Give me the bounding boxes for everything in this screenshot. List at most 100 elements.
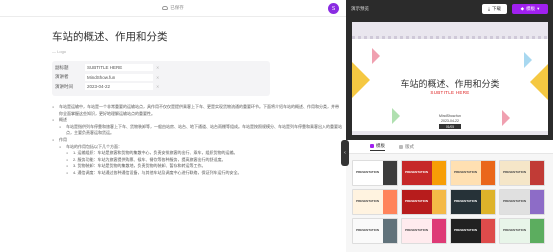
bullet-icon: ● bbox=[66, 170, 69, 175]
thumbnail-title: PRESENTATION bbox=[503, 170, 527, 174]
template-thumbnail[interactable]: PRESENTATION bbox=[499, 189, 545, 215]
template-thumbnail[interactable]: PRESENTATION bbox=[499, 218, 545, 244]
thumbnail-title: PRESENTATION bbox=[356, 170, 380, 174]
preview-panel: 演示预览 ⤓ 下载 ◆ 模板 ▾ 车站的概述、作用和分类 SUBTITLE HE… bbox=[346, 0, 553, 252]
tab-template[interactable]: 模板 bbox=[370, 143, 385, 151]
outline-item[interactable]: ● 3. 货物装卸：车站是货物的集散地，负责货物的装卸、暂存和转运等工作。 bbox=[52, 163, 342, 170]
bullet-icon: ● bbox=[52, 118, 55, 123]
meta-key: 副标题 bbox=[55, 64, 69, 70]
logo-label: Logo bbox=[57, 49, 67, 54]
thumbnail-title: PRESENTATION bbox=[405, 199, 429, 203]
template-thumbnail[interactable]: PRESENTATION bbox=[450, 160, 496, 186]
logo-placeholder[interactable]: — Logo bbox=[52, 49, 342, 54]
outline-item[interactable]: ● 车站是指供列车停靠和旅客上下车、货物装卸等，一般由站房、站台、地下通道、站台雨… bbox=[52, 124, 342, 137]
page-title[interactable]: 车站的概述、作用和分类 bbox=[52, 29, 342, 44]
download-icon: ⤓ bbox=[488, 6, 490, 11]
thumbnail-accent bbox=[530, 161, 544, 185]
template-thumbnail[interactable]: PRESENTATION bbox=[401, 189, 447, 215]
slide-author: MindShow.fun bbox=[439, 114, 461, 118]
thumbnail-accent bbox=[432, 190, 446, 214]
meta-key: 演讲者 bbox=[55, 74, 69, 80]
subtitle-field[interactable]: SUBTITLE HERE bbox=[85, 64, 153, 72]
thumbnail-title: PRESENTATION bbox=[454, 228, 478, 232]
thumbnail-title: PRESENTATION bbox=[405, 170, 429, 174]
clear-icon[interactable]: ✕ bbox=[156, 75, 159, 80]
chevron-down-icon: ▾ bbox=[537, 5, 540, 11]
bullet-icon: ● bbox=[52, 105, 55, 109]
thumbnail-accent bbox=[432, 161, 446, 185]
template-thumbnail[interactable]: PRESENTATION bbox=[352, 218, 398, 244]
bullet-icon: ● bbox=[52, 137, 55, 142]
outline-item[interactable]: ● 概述 bbox=[52, 117, 342, 124]
slide-preview[interactable]: 车站的概述、作用和分类 SUBTITLE HERE MindShow.fun 2… bbox=[352, 22, 548, 135]
save-status: 已保存 bbox=[162, 5, 184, 11]
tab-layout[interactable]: 版式 bbox=[399, 144, 414, 150]
outline-item[interactable]: ● 1. 运输组织：车站是旅客和货物的集散中心，负责安排旅客的出行、乘车，组织货物… bbox=[52, 150, 342, 157]
tab-layout-label: 版式 bbox=[405, 143, 414, 149]
save-status-text: 已保存 bbox=[170, 5, 184, 10]
template-tab-icon bbox=[370, 143, 374, 148]
outline-editor: 已保存 S 车站的概述、作用和分类 — Logo 副标题 SUBTITLE HE… bbox=[0, 0, 346, 252]
avatar-letter: S bbox=[331, 5, 336, 12]
thumbnail-accent bbox=[383, 190, 397, 214]
date-field[interactable]: 2023-04-22 bbox=[85, 83, 153, 91]
outline-list: ● 车站是运输中，车站是一个非常重要的运输站点，具作用不仅仅是提供乘客上下车、更是… bbox=[52, 104, 342, 177]
slide-title: 车站的概述、作用和分类 bbox=[400, 80, 500, 90]
thumbnail-accent bbox=[383, 219, 397, 243]
avatar[interactable]: S bbox=[328, 3, 339, 14]
thumbnail-accent bbox=[481, 190, 495, 214]
thumbnail-accent bbox=[383, 161, 397, 185]
slide-subtitle: SUBTITLE HERE bbox=[430, 90, 470, 95]
bullet-icon: ● bbox=[66, 157, 69, 162]
meta-row-subtitle: 副标题 SUBTITLE HERE ✕ bbox=[55, 63, 267, 73]
collapse-handle[interactable]: ‹ bbox=[341, 140, 349, 166]
template-gallery: 模板 版式 PRESENTATION PRESENTATION PRESENTATI… bbox=[346, 140, 553, 252]
thumbnail-title: PRESENTATION bbox=[405, 228, 429, 232]
thumbnail-grid: PRESENTATION PRESENTATION PRESENTATION PRES… bbox=[352, 160, 550, 244]
bullet-icon: ● bbox=[59, 124, 62, 129]
thumbnail-accent bbox=[432, 219, 446, 243]
speaker-field[interactable]: MindShow.fun bbox=[85, 73, 153, 81]
thumbnail-accent bbox=[481, 219, 495, 243]
document: 车站的概述、作用和分类 — Logo 副标题 SUBTITLE HERE ✕ 演… bbox=[52, 29, 342, 177]
thumbnail-accent bbox=[530, 219, 544, 243]
slide-page-badge: 01/05 bbox=[439, 124, 461, 129]
template-thumbnail[interactable]: PRESENTATION bbox=[450, 189, 496, 215]
meta-box: 副标题 SUBTITLE HERE ✕ 演讲者 MindShow.fun ✕ 演… bbox=[52, 61, 270, 96]
template-thumbnail[interactable]: PRESENTATION bbox=[352, 160, 398, 186]
template-thumbnail[interactable]: PRESENTATION bbox=[450, 218, 496, 244]
thumbnail-title: PRESENTATION bbox=[503, 228, 527, 232]
bullet-icon: ● bbox=[59, 144, 62, 149]
tab-template-label: 模板 bbox=[376, 142, 385, 148]
template-thumbnail[interactable]: PRESENTATION bbox=[352, 189, 398, 215]
template-label: 模板 bbox=[526, 5, 536, 11]
chevron-left-icon: ‹ bbox=[344, 150, 346, 156]
template-button[interactable]: ◆ 模板 ▾ bbox=[512, 3, 548, 14]
preview-toolbar: 演示预览 ⤓ 下载 ◆ 模板 ▾ bbox=[346, 0, 553, 17]
download-button[interactable]: ⤓ 下载 bbox=[482, 3, 507, 14]
download-label: 下载 bbox=[492, 5, 501, 11]
meta-row-date: 演讲时间 2023-04-22 ✕ bbox=[55, 82, 267, 92]
thumbnail-accent bbox=[530, 190, 544, 214]
template-thumbnail[interactable]: PRESENTATION bbox=[499, 160, 545, 186]
outline-item[interactable]: ● 作用 bbox=[52, 137, 342, 144]
thumbnail-title: PRESENTATION bbox=[454, 199, 478, 203]
thumbnail-title: PRESENTATION bbox=[356, 199, 380, 203]
meta-row-speaker: 演讲者 MindShow.fun ✕ bbox=[55, 73, 267, 83]
meta-key: 演讲时间 bbox=[55, 83, 73, 89]
clear-icon[interactable]: ✕ bbox=[156, 65, 159, 70]
thumbnail-title: PRESENTATION bbox=[356, 228, 380, 232]
outline-item[interactable]: ● 4. 通信调度：车站通过各种通信设备，与其他车站及调度中心进行联络，保证列车运… bbox=[52, 170, 342, 177]
thumbnail-title: PRESENTATION bbox=[503, 199, 527, 203]
bullet-icon: ● bbox=[66, 164, 69, 169]
outline-item[interactable]: ● 车站是运输中，车站是一个非常重要的运输站点，具作用不仅仅是提供乘客上下车、更是… bbox=[52, 104, 342, 117]
editor-topbar: 已保存 S bbox=[0, 0, 346, 17]
palette-icon: ◆ bbox=[520, 5, 525, 11]
template-thumbnail[interactable]: PRESENTATION bbox=[401, 160, 447, 186]
template-thumbnail[interactable]: PRESENTATION bbox=[401, 218, 447, 244]
clear-icon[interactable]: ✕ bbox=[156, 84, 159, 89]
layout-tab-icon bbox=[399, 144, 403, 149]
cloud-icon bbox=[162, 6, 169, 10]
slide-date: 2023-04-22 bbox=[441, 119, 459, 123]
bullet-icon: ● bbox=[66, 151, 69, 156]
